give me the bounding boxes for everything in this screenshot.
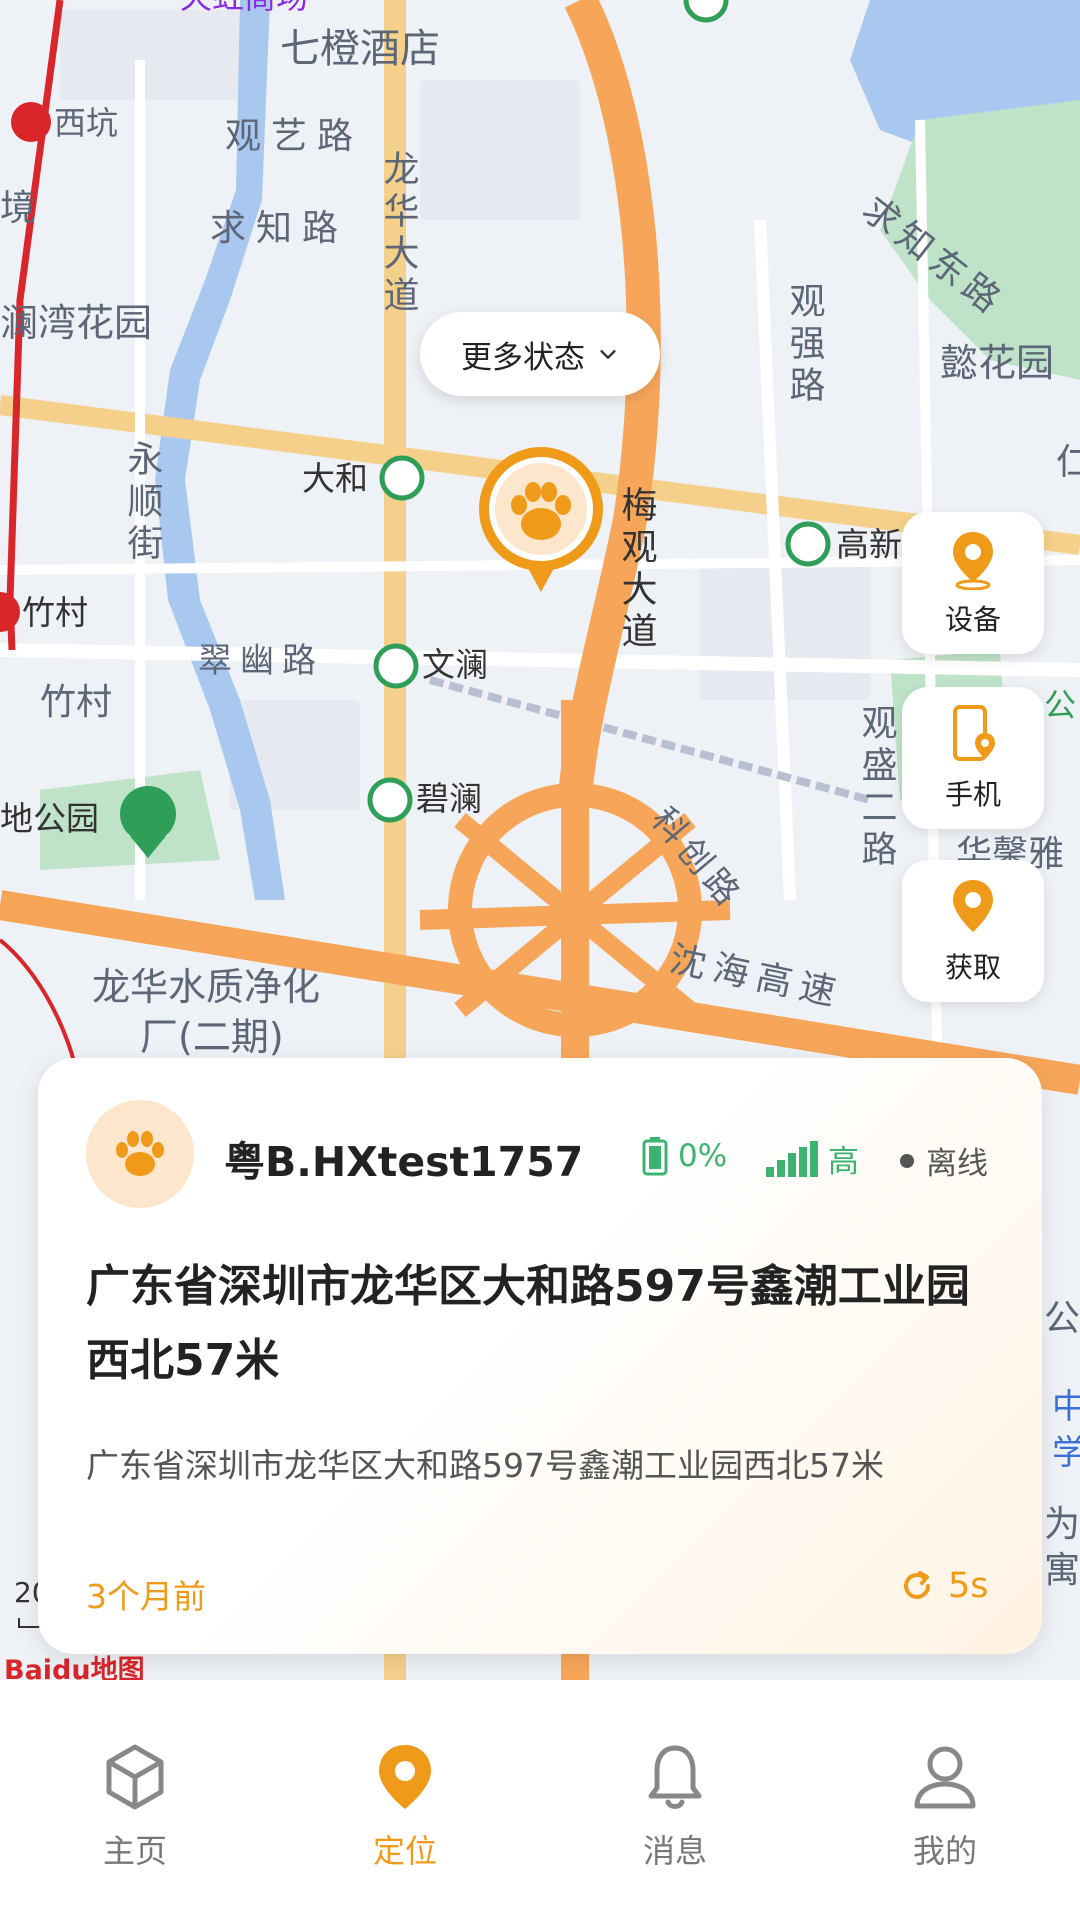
phone-button-label: 手机 bbox=[944, 778, 1001, 811]
avatar bbox=[86, 1100, 194, 1208]
map-label: 永顺街 bbox=[122, 440, 164, 566]
map-label: 天虹商场 bbox=[180, 0, 308, 16]
refresh-icon bbox=[904, 1571, 930, 1599]
chevron-down-icon bbox=[600, 350, 616, 359]
map-label: 梅观大道 bbox=[616, 486, 657, 654]
pet-location-marker[interactable] bbox=[474, 442, 608, 602]
bottom-tab-bar: 主页 定位 消息 我的 bbox=[0, 1680, 1080, 1920]
map-label: 龙华大道 bbox=[378, 150, 419, 318]
signal-strength: 高 bbox=[828, 1144, 859, 1180]
tab-label: 消息 bbox=[642, 1832, 707, 1870]
device-location-button[interactable]: 设备 bbox=[902, 512, 1044, 654]
address-title: 广东省深圳市龙华区大和路597号鑫潮工业园西北57米 bbox=[86, 1261, 970, 1386]
map-label: 碧澜 bbox=[416, 779, 482, 818]
tab-label: 定位 bbox=[372, 1832, 437, 1870]
fetch-button-label: 获取 bbox=[944, 951, 1001, 984]
map-label: 翠幽路 bbox=[198, 641, 324, 681]
fetch-location-button[interactable]: 获取 bbox=[902, 860, 1044, 1002]
more-status-label: 更多状态 bbox=[461, 339, 585, 376]
device-name: 粤B.HXtest1757 bbox=[224, 1138, 584, 1186]
map-label: 公 bbox=[1044, 686, 1076, 724]
map-label: 竹村 bbox=[22, 593, 88, 632]
map-label: 为 bbox=[1044, 1504, 1080, 1545]
map-label: 观盛二路 bbox=[856, 704, 897, 872]
address-detail: 广东省深圳市龙华区大和路597号鑫潮工业园西北57米 bbox=[86, 1446, 884, 1485]
map-label: 高新 bbox=[836, 525, 902, 564]
battery-status: 0% bbox=[642, 1136, 727, 1176]
tab-label: 我的 bbox=[912, 1832, 977, 1870]
tab-mine[interactable]: 我的 bbox=[810, 1680, 1080, 1920]
cube-icon bbox=[106, 1744, 164, 1810]
map-label: 懿花园 bbox=[940, 341, 1054, 385]
phone-location-icon bbox=[953, 705, 995, 761]
more-status-button[interactable]: 更多状态 bbox=[420, 312, 660, 396]
map-label: 七橙酒店 bbox=[280, 26, 440, 72]
map-label: 大和 bbox=[302, 459, 368, 498]
refresh-button[interactable]: 5s bbox=[900, 1566, 989, 1606]
map-label: 地公园 bbox=[0, 799, 99, 838]
online-status-label: 离线 bbox=[926, 1146, 988, 1182]
map-label: 澜湾花园 bbox=[0, 301, 152, 345]
device-button-label: 设备 bbox=[944, 603, 1001, 636]
paw-icon bbox=[116, 1131, 164, 1176]
signal-bars-icon bbox=[766, 1140, 818, 1177]
bell-icon bbox=[648, 1745, 702, 1809]
map-label: 仁 bbox=[1056, 442, 1080, 483]
map-label: 公 bbox=[1044, 1298, 1080, 1339]
map-label: 龙华水质净化 bbox=[92, 965, 320, 1009]
status-dot bbox=[900, 1153, 914, 1168]
map-label: 学 bbox=[1052, 1433, 1080, 1473]
map-label: 境 bbox=[0, 188, 36, 229]
online-status: 离线 bbox=[900, 1138, 988, 1183]
map-label: 寓 bbox=[1044, 1550, 1080, 1591]
tab-messages[interactable]: 消息 bbox=[540, 1680, 810, 1920]
device-info-card[interactable]: 粤B.HXtest1757 0% 高 离线 广东省深圳市龙华区大和路597号鑫潮… bbox=[38, 1058, 1042, 1654]
user-icon bbox=[914, 1746, 976, 1809]
tab-label: 主页 bbox=[102, 1832, 167, 1870]
map-label: 文澜 bbox=[422, 645, 488, 684]
location-pin-icon bbox=[379, 1745, 431, 1809]
map-label: 竹村 bbox=[40, 682, 112, 723]
battery-icon bbox=[642, 1137, 668, 1176]
map-label: 西坑 bbox=[54, 104, 118, 142]
phone-location-button[interactable]: 手机 bbox=[902, 687, 1044, 829]
location-pin-icon bbox=[953, 880, 993, 932]
battery-level: 0% bbox=[678, 1138, 728, 1174]
signal-status: 高 bbox=[766, 1136, 859, 1181]
map-label: 观强路 bbox=[784, 282, 825, 408]
tab-home[interactable]: 主页 bbox=[0, 1680, 270, 1920]
map-label: 观艺路 bbox=[225, 116, 363, 157]
last-update-time: 3个月前 bbox=[86, 1577, 206, 1616]
refresh-interval: 5s bbox=[948, 1566, 989, 1606]
map-label: 中 bbox=[1052, 1387, 1080, 1427]
map-label: 求知路 bbox=[210, 208, 348, 249]
location-pin-icon bbox=[953, 532, 993, 590]
tab-location[interactable]: 定位 bbox=[270, 1680, 540, 1920]
map-label: 厂(二期) bbox=[140, 1015, 284, 1059]
